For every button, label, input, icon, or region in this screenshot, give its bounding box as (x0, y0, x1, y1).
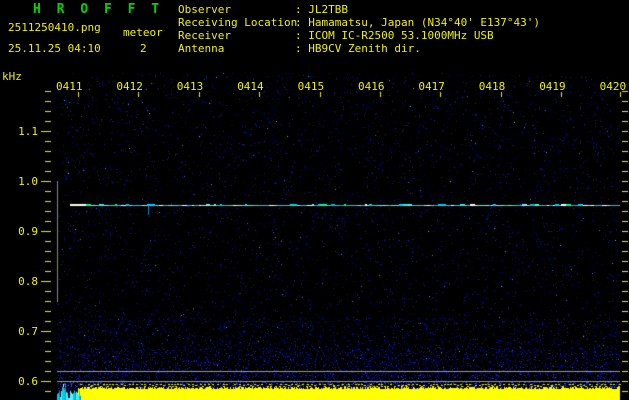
hrofft-window: H R O F F T 2511250410.png meteor 25.11.… (0, 0, 629, 400)
freq-tick-label: 0.9 (18, 225, 38, 238)
freq-tick-label: 1.0 (18, 175, 38, 188)
freq-tick-label: 0.8 (18, 275, 38, 288)
freq-tick-label: 0.6 (18, 375, 38, 388)
freq-axis: 1.1 1.0 0.9 0.8 0.7 0.6 (0, 0, 629, 400)
freq-tick-label: 1.1 (18, 125, 38, 138)
freq-tick-label: 0.7 (18, 325, 38, 338)
